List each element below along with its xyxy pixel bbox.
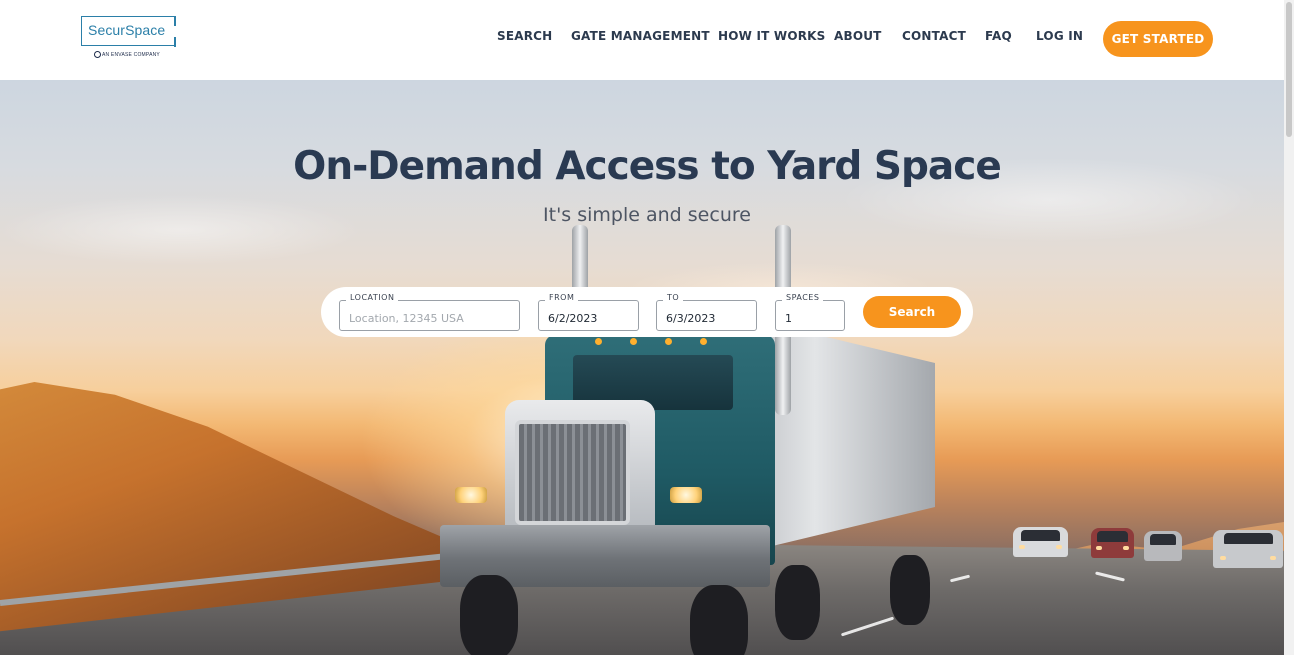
hero-subtitle: It's simple and secure [543,204,751,226]
search-form: LOCATION FROM TO SPACES Search [321,287,973,337]
nav-log-in[interactable]: LOG IN [1036,29,1083,43]
nav-how-it-works[interactable]: HOW IT WORKS [718,29,826,43]
car-image [1091,528,1134,558]
location-input[interactable] [340,301,519,330]
page-scrollbar[interactable] [1284,0,1294,655]
truck-wheel [460,575,518,655]
nav-faq[interactable]: FAQ [985,29,1012,43]
marker-light [630,338,637,345]
main-nav: SEARCH GATE MANAGEMENT HOW IT WORKS ABOU… [0,29,1284,49]
truck-wheel [775,565,820,640]
hero-title: On-Demand Access to Yard Space [293,144,1002,189]
from-date-input[interactable] [539,301,638,330]
headlight [670,487,702,503]
scrollbar-thumb[interactable] [1286,2,1292,137]
location-field: LOCATION [339,293,520,331]
spaces-input[interactable] [776,301,844,330]
nav-about[interactable]: ABOUT [834,29,882,43]
marker-light [665,338,672,345]
get-started-button[interactable]: GET STARTED [1103,21,1213,57]
hero-section: On-Demand Access to Yard Space It's simp… [0,80,1284,655]
to-date-field: TO [656,293,757,331]
truck-wheel [890,555,930,625]
nav-search[interactable]: SEARCH [497,29,552,43]
car-image [1213,530,1283,568]
headlight [455,487,487,503]
nav-contact[interactable]: CONTACT [902,29,966,43]
truck-grille [515,420,630,525]
nav-gate-management[interactable]: GATE MANAGEMENT [571,29,710,43]
to-date-input[interactable] [657,301,756,330]
page: SecurSpace AN ENVASE COMPANY SEARCH GATE… [0,0,1294,655]
search-button[interactable]: Search [863,296,961,328]
marker-light [700,338,707,345]
spaces-field: SPACES [775,293,845,331]
logo-tagline: AN ENVASE COMPANY [93,51,160,58]
logo-tagline-text: AN ENVASE COMPANY [102,51,160,58]
site-header: SecurSpace AN ENVASE COMPANY SEARCH GATE… [0,0,1284,80]
car-image [1144,531,1182,561]
car-image [1013,527,1068,557]
marker-light [595,338,602,345]
truck-wheel [690,585,748,655]
from-date-field: FROM [538,293,639,331]
envase-mark-icon [94,51,101,58]
